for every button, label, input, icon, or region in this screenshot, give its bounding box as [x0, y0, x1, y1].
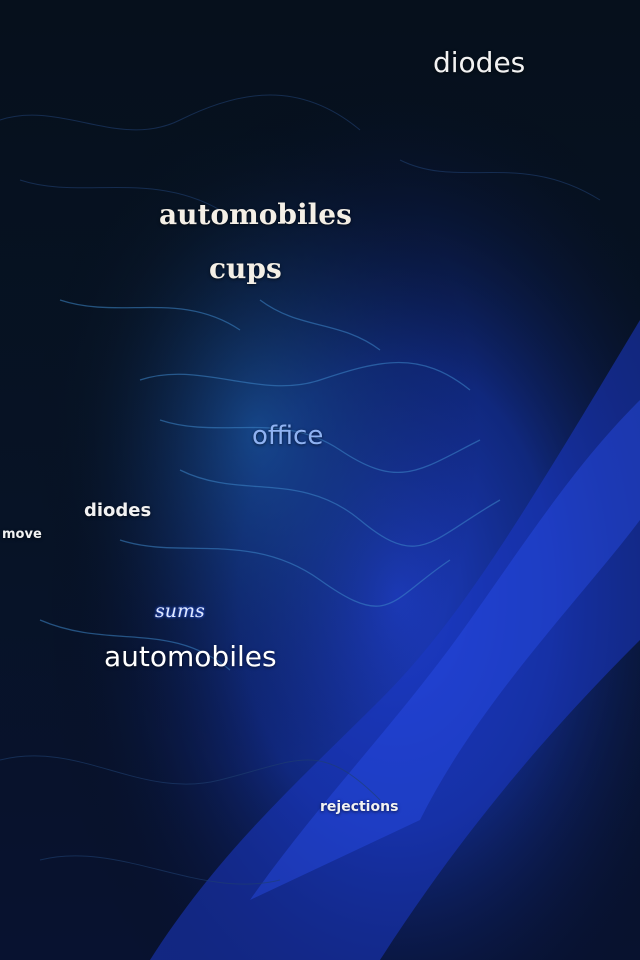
image-canvas: diodes automobiles cups office diodes mo… — [0, 0, 640, 960]
word-office: office — [252, 421, 324, 451]
word-automobiles-bottom: automobiles — [104, 640, 277, 673]
word-diodes-top: diodes — [433, 46, 526, 79]
word-automobiles-top: automobiles — [159, 198, 352, 231]
word-sums: sums — [155, 600, 205, 622]
word-diodes-mid: diodes — [84, 500, 152, 521]
word-rejections: rejections — [320, 799, 399, 815]
word-move: move — [2, 527, 42, 542]
fluid-art-background — [0, 0, 640, 960]
word-cups: cups — [209, 252, 282, 285]
